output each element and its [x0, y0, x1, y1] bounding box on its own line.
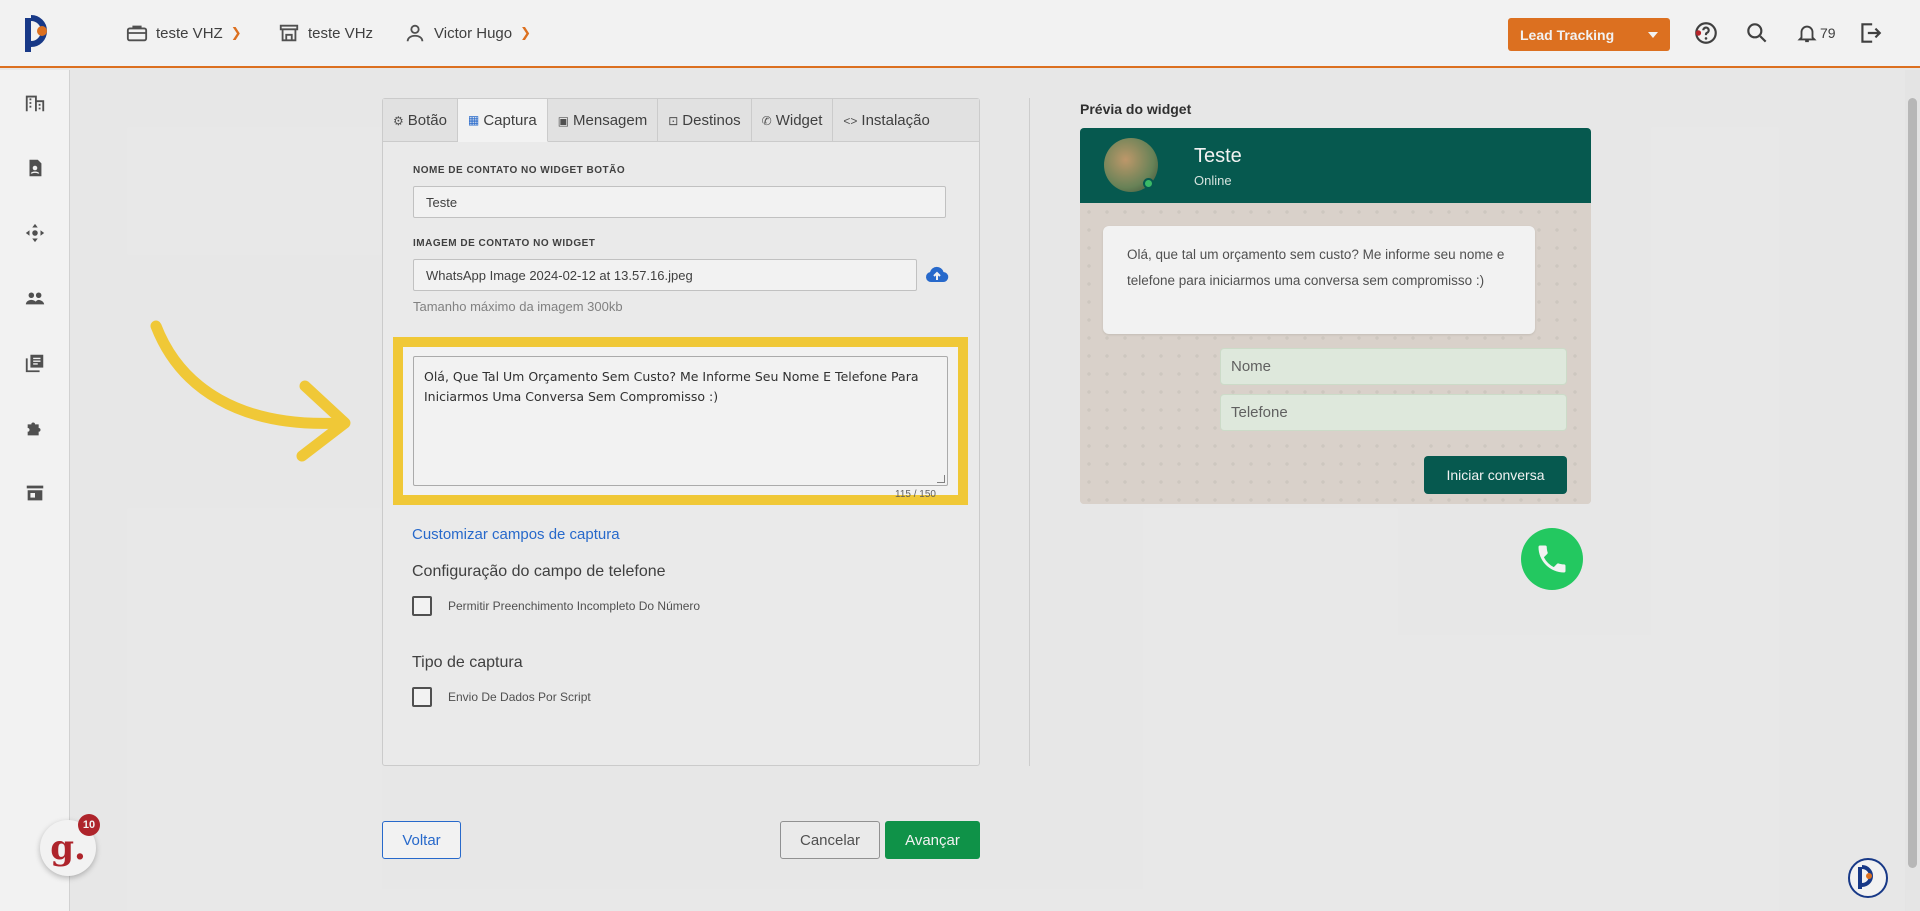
- phone-config-title: Configuração do campo de telefone: [412, 563, 666, 580]
- widget-name-field[interactable]: Nome: [1220, 348, 1567, 385]
- preview-title: Prévia do widget: [1080, 101, 1192, 117]
- tab-label: Instalação: [861, 112, 930, 129]
- lead-tracking-label: Lead Tracking: [1520, 26, 1615, 43]
- workspace-selector[interactable]: teste VHZ ❯: [126, 22, 242, 44]
- code-icon: <>: [843, 113, 858, 128]
- gear-icon: ⚙: [393, 113, 404, 128]
- contact-card-icon[interactable]: [24, 157, 46, 179]
- puzzle-icon[interactable]: [24, 417, 46, 439]
- customize-fields-link[interactable]: Customizar campos de captura: [412, 526, 620, 543]
- lead-tracking-button[interactable]: Lead Tracking: [1508, 18, 1670, 51]
- phone-icon: [1538, 545, 1566, 573]
- back-button[interactable]: Voltar: [382, 821, 461, 859]
- tab-label: Botão: [407, 112, 447, 129]
- chevron-down-icon: ❯: [520, 25, 532, 40]
- workspace-label: teste VHZ: [156, 24, 223, 42]
- building-icon[interactable]: [24, 92, 46, 114]
- target-icon: ⊡: [668, 113, 679, 128]
- contact-name-input[interactable]: Teste: [413, 186, 946, 218]
- user-icon: [406, 24, 424, 42]
- briefcase-icon: [126, 25, 148, 42]
- tab-label: Destinos: [682, 112, 741, 129]
- library-icon[interactable]: [24, 352, 46, 374]
- brand-p-icon: [1858, 865, 1873, 889]
- search-icon[interactable]: [1744, 20, 1770, 46]
- help-icon[interactable]: [1693, 20, 1719, 46]
- widget-contact-name: Teste: [1194, 145, 1242, 167]
- char-counter: 115 / 150: [895, 489, 936, 500]
- start-conversation-button[interactable]: Iniciar conversa: [1424, 456, 1567, 494]
- tab-label: Mensagem: [573, 112, 648, 129]
- widget-phone-field[interactable]: Telefone: [1220, 394, 1567, 431]
- bell-icon: [1797, 25, 1817, 43]
- message-icon: ▣: [557, 113, 570, 128]
- capture-type-title: Tipo de captura: [412, 654, 523, 671]
- arrow-annotation-icon: [150, 320, 351, 462]
- notifications-count: 79: [1820, 25, 1836, 41]
- contact-image-label: IMAGEM DE CONTATO NO WIDGET: [413, 238, 596, 249]
- store-selector[interactable]: teste VHz: [278, 22, 373, 44]
- user-menu[interactable]: Victor Hugo ❯: [404, 22, 531, 44]
- widget-status: Online: [1194, 173, 1232, 188]
- phone-incomplete-checkbox[interactable]: [412, 596, 432, 616]
- widget-chat-body: Olá, que tal um orçamento sem custo? Me …: [1080, 203, 1591, 504]
- app-logo[interactable]: [22, 12, 58, 56]
- logout-icon[interactable]: [1857, 20, 1883, 46]
- cancel-button[interactable]: Cancelar: [780, 821, 880, 859]
- phone-incomplete-label: Permitir Preenchimento Incompleto Do Núm…: [448, 599, 701, 613]
- image-size-hint: Tamanho máximo da imagem 300kb: [413, 299, 623, 314]
- tab-bar: ⚙ Botão ▦ Captura ▣ Mensagem ⊡ Destinos …: [383, 99, 979, 142]
- tab-label: Captura: [483, 111, 537, 129]
- top-navbar: teste VHZ ❯ teste VHz Victor Hugo ❯ Lead…: [0, 0, 1920, 68]
- next-button[interactable]: Avançar: [885, 821, 980, 859]
- sidebar: [0, 70, 70, 911]
- tab-captura[interactable]: ▦ Captura: [457, 99, 548, 142]
- users-icon[interactable]: [24, 287, 46, 309]
- tab-widget[interactable]: ✆ Widget: [752, 99, 834, 142]
- tab-destinos[interactable]: ⊡ Destinos: [658, 99, 752, 142]
- scrollbar-thumb[interactable]: [1908, 98, 1917, 868]
- grid-icon: ▦: [467, 113, 480, 127]
- g-assistant-count: 10: [78, 814, 100, 836]
- tab-label: Widget: [775, 112, 823, 129]
- widget-header: Teste Online: [1080, 128, 1591, 203]
- cloud-upload-icon[interactable]: [925, 265, 949, 285]
- store-icon: [279, 24, 299, 42]
- contact-name-label: NOME DE CONTATO NO WIDGET BOTÃO: [413, 165, 626, 176]
- tab-instalacao[interactable]: <> Instalação: [833, 99, 939, 142]
- script-capture-checkbox[interactable]: [412, 687, 432, 707]
- page-scrollbar[interactable]: [1905, 70, 1920, 911]
- script-capture-label: Envio De Dados Por Script: [448, 690, 591, 704]
- message-bubble: Olá, que tal um orçamento sem custo? Me …: [1103, 226, 1535, 334]
- welcome-message-textarea[interactable]: Olá, Que Tal Um Orçamento Sem Custo? Me …: [413, 356, 948, 486]
- phone-incomplete-option[interactable]: Permitir Preenchimento Incompleto Do Núm…: [412, 596, 700, 616]
- caret-down-icon: [1648, 31, 1658, 38]
- storefront-icon[interactable]: [24, 482, 46, 504]
- whatsapp-float-button[interactable]: [1521, 528, 1583, 590]
- script-capture-option[interactable]: Envio De Dados Por Script: [412, 687, 591, 707]
- whatsapp-widget-preview: Teste Online Olá, que tal um orçamento s…: [1080, 128, 1591, 504]
- contact-image-input[interactable]: WhatsApp Image 2024-02-12 at 13.57.16.jp…: [413, 259, 917, 291]
- welcome-message-text: Olá, Que Tal Um Orçamento Sem Custo? Me …: [424, 369, 919, 404]
- tab-mensagem[interactable]: ▣ Mensagem: [548, 99, 659, 142]
- move-icon[interactable]: [24, 222, 46, 244]
- user-name: Victor Hugo: [434, 24, 513, 42]
- whatsapp-icon: ✆: [761, 113, 772, 128]
- resize-handle[interactable]: [937, 475, 945, 483]
- chevron-down-icon: ❯: [230, 25, 242, 40]
- chat-support-icon[interactable]: [1848, 858, 1888, 898]
- vertical-divider: [1029, 98, 1030, 766]
- store-label: teste VHz: [308, 24, 374, 42]
- notifications-button[interactable]: 79: [1796, 22, 1836, 44]
- online-indicator: [1143, 178, 1154, 189]
- tab-botao[interactable]: ⚙ Botão: [383, 99, 458, 142]
